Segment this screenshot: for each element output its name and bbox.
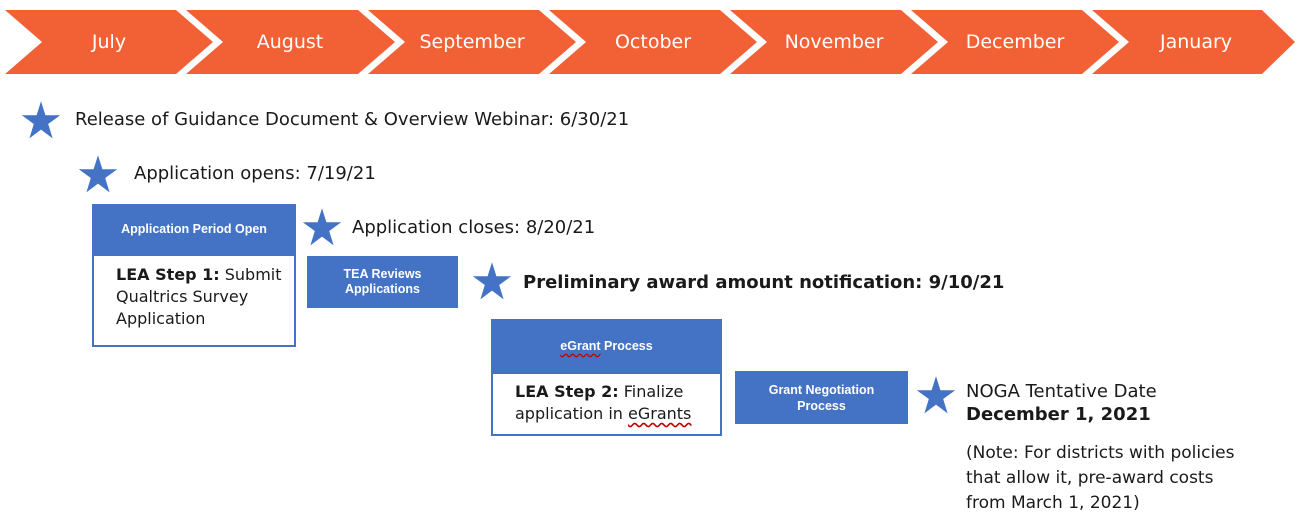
star-icon [78,154,118,194]
noga-date: December 1, 2021 [966,404,1151,425]
lea-step-2-text: Finalize [618,382,684,401]
lea-step-1-box: LEA Step 1: Submit Qualtrics Survey Appl… [92,254,296,347]
star-icon [21,100,61,140]
month-label-january: January [1159,31,1233,53]
lea-step-1-text: Qualtrics Survey [116,287,249,306]
star-icon [472,261,512,301]
grant-negotiation-line: Grant Negotiation [768,382,875,397]
noga-note-line: that allow it, pre-award costs [966,468,1214,488]
noga-title: NOGA Tentative Date [966,381,1157,402]
month-timeline: July August September October November D… [0,0,1297,90]
lea-step-1-text: Application [116,309,206,328]
egrant-header-word: eGrant [560,338,601,353]
noga-note-line: (Note: For districts with policies [966,443,1235,463]
tea-reviews-box: TEA Reviews Applications [307,256,458,308]
egrant-process-header: eGrant Process [491,319,722,372]
lea-step-2-box: LEA Step 2: Finalize application in eGra… [491,372,722,436]
noga-note: (Note: For districts with policies that … [966,441,1235,516]
tea-reviews-line: TEA Reviews [343,267,422,281]
month-label-december: December [965,31,1065,53]
lea-step-1-label: LEA Step 1: [116,265,220,284]
lea-step-2-text: application in [515,404,629,423]
milestone-guidance-release: Release of Guidance Document & Overview … [75,109,630,130]
month-label-november: November [784,31,884,53]
milestone-application-opens: Application opens: 7/19/21 [134,163,376,184]
star-icon [916,375,956,415]
lea-step-1-text: Submit [219,265,282,284]
application-period-header: Application Period Open [92,204,296,254]
star-icon [302,207,342,247]
grant-negotiation-line: Process [797,398,846,413]
month-label-september: September [419,31,525,53]
grant-negotiation-box: Grant Negotiation Process [735,371,908,424]
month-label-october: October [614,31,692,53]
milestone-preliminary-award: Preliminary award amount notification: 9… [523,272,1005,293]
tea-reviews-line: Applications [344,282,420,296]
lea-step-2-egrants-word: eGrants [628,404,692,423]
egrant-header-rest: Process [600,338,653,353]
milestone-application-closes: Application closes: 8/20/21 [352,217,596,238]
lea-step-2-label: LEA Step 2: [515,382,619,401]
month-label-august: August [256,31,324,53]
month-label-july: July [91,31,127,53]
noga-note-line: from March 1, 2021) [966,493,1140,513]
